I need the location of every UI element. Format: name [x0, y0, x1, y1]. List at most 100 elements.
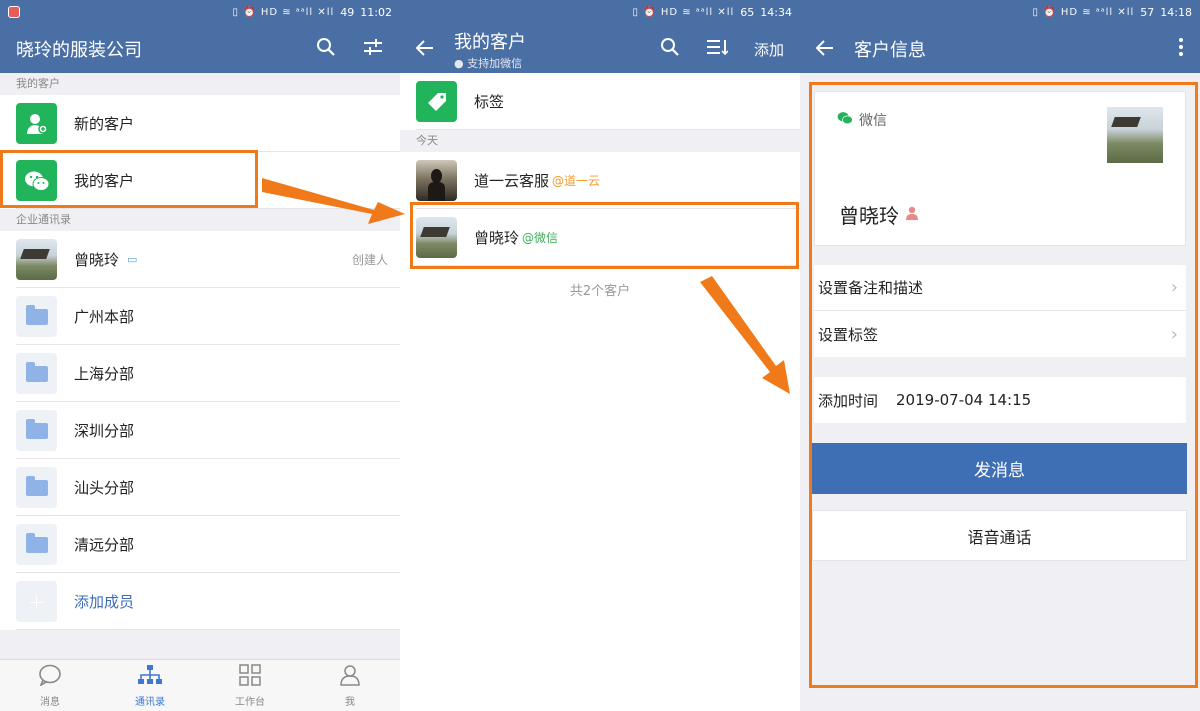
org-chart-icon	[137, 664, 163, 689]
tab-label: 我	[345, 696, 355, 708]
tab-workspace[interactable]: 工作台	[200, 660, 300, 711]
section-label-my-customers: 我的客户	[0, 73, 400, 95]
search-icon[interactable]	[660, 37, 680, 62]
add-time-row: 添加时间 2019-07-04 14:15	[814, 377, 1186, 423]
department-label: 上海分部	[74, 365, 135, 383]
tab-label: 消息	[40, 696, 60, 708]
back-arrow-icon[interactable]	[415, 37, 436, 62]
member-name: 曾晓玲	[74, 251, 120, 269]
back-arrow-icon[interactable]	[815, 37, 836, 62]
female-person-icon	[905, 206, 919, 224]
status-icons: ▯ ⏰ HD ≋ ᵃᵃll ✕ll	[232, 7, 335, 18]
search-icon[interactable]	[316, 37, 336, 62]
battery-level: 57	[1140, 6, 1155, 19]
department-item[interactable]: 广州本部	[0, 288, 400, 345]
tab-messages[interactable]: 消息	[0, 660, 100, 711]
clock: 14:18	[1160, 6, 1192, 19]
department-label: 汕头分部	[74, 479, 135, 497]
avatar	[416, 217, 457, 258]
wechat-icon	[16, 160, 57, 201]
customer-name: 曾晓玲	[839, 204, 899, 228]
status-icons: ▯ ⏰ HD ≋ ᵃᵃll ✕ll	[632, 7, 735, 18]
app-header: 晓玲的服装公司	[0, 25, 400, 73]
app-notification-icon	[8, 6, 20, 18]
person-icon	[339, 664, 361, 689]
folder-icon	[16, 524, 57, 565]
page-title: 我的客户	[454, 31, 526, 53]
set-tags-label: 设置标签	[818, 325, 879, 344]
tab-label: 工作台	[235, 696, 265, 708]
chat-bubble-icon	[38, 664, 62, 689]
app-header: 我的客户 ● 支持加微信 添加	[400, 25, 800, 73]
avatar	[416, 160, 457, 201]
status-bar: ▯ ⏰ HD ≋ ᵃᵃll ✕ll 49 11:02	[0, 0, 400, 25]
folder-icon	[16, 353, 57, 394]
customer-row[interactable]: 曾晓玲 @微信	[400, 209, 800, 266]
sort-list-icon[interactable]	[706, 37, 729, 61]
department-item[interactable]: 汕头分部	[0, 459, 400, 516]
status-bar: ▯ ⏰ HD ≋ ᵃᵃll ✕ll 65 14:34	[400, 0, 800, 25]
chevron-right-icon: ›	[1170, 277, 1178, 298]
plus-icon: +	[16, 581, 57, 622]
folder-icon	[16, 410, 57, 451]
department-label: 清远分部	[74, 536, 135, 554]
set-tags-item[interactable]: 设置标签 ›	[814, 311, 1186, 357]
add-member-label: 添加成员	[74, 593, 135, 611]
customer-source: @道一云	[552, 174, 601, 188]
department-item[interactable]: 上海分部	[0, 345, 400, 402]
customer-name: 道一云客服	[474, 172, 550, 190]
department-label: 广州本部	[74, 308, 135, 326]
page-title: 客户信息	[854, 40, 926, 61]
status-bar: ▯ ⏰ HD ≋ ᵃᵃll ✕ll 57 14:18	[800, 0, 1200, 25]
filter-settings-icon[interactable]	[362, 37, 384, 62]
avatar[interactable]	[1107, 107, 1163, 163]
customer-row[interactable]: 道一云客服 @道一云	[400, 152, 800, 209]
customer-info-screen: ▯ ⏰ HD ≋ ᵃᵃll ✕ll 57 14:18 客户信息 微信 曾晓玲 设…	[800, 0, 1200, 711]
voice-call-button[interactable]: 语音通话	[812, 510, 1187, 561]
tab-contacts[interactable]: 通讯录	[100, 660, 200, 711]
source-label: 微信	[859, 113, 887, 129]
department-label: 深圳分部	[74, 422, 135, 440]
status-icons: ▯ ⏰ HD ≋ ᵃᵃll ✕ll	[1032, 7, 1135, 18]
my-customers-label: 我的客户	[74, 172, 135, 190]
add-time-label: 添加时间	[818, 391, 879, 410]
set-remark-item[interactable]: 设置备注和描述 ›	[814, 265, 1186, 311]
clock: 14:34	[760, 6, 792, 19]
new-customers-label: 新的客户	[74, 115, 135, 133]
member-row[interactable]: 曾晓玲 ▭ 创建人	[0, 231, 400, 288]
section-label-directory: 企业通讯录	[0, 209, 400, 231]
section-label-today: 今天	[400, 130, 800, 152]
page-subtitle: ● 支持加微信	[454, 56, 523, 70]
tags-item[interactable]: 标签	[400, 73, 800, 130]
department-item[interactable]: 深圳分部	[0, 402, 400, 459]
add-button[interactable]: 添加	[754, 39, 784, 60]
add-member-item[interactable]: + 添加成员	[0, 573, 400, 630]
folder-icon	[16, 467, 57, 508]
app-header: 客户信息	[800, 25, 1200, 73]
add-time-value: 2019-07-04 14:15	[896, 391, 1032, 409]
tab-label: 通讯录	[135, 696, 165, 708]
my-customers-item[interactable]: 我的客户	[0, 152, 400, 209]
send-message-button[interactable]: 发消息	[812, 443, 1187, 494]
creator-badge: 创建人	[351, 253, 388, 267]
page-title: 晓玲的服装公司	[16, 40, 142, 61]
new-customers-item[interactable]: 新的客户	[0, 95, 400, 152]
folder-icon	[16, 296, 57, 337]
department-item[interactable]: 清远分部	[0, 516, 400, 573]
chevron-right-icon: ›	[1170, 323, 1178, 345]
wechat-small-icon: ●	[454, 56, 464, 70]
source-tag: 微信	[837, 110, 887, 130]
more-options-icon[interactable]	[1178, 37, 1184, 62]
tags-label: 标签	[474, 93, 505, 111]
customer-card: 微信 曾晓玲	[814, 91, 1186, 246]
avatar	[16, 239, 57, 280]
battery-level: 49	[340, 6, 355, 19]
clock: 11:02	[360, 6, 392, 19]
customer-name: 曾晓玲	[474, 229, 520, 247]
customer-name-row: 曾晓玲	[839, 200, 919, 229]
tab-me[interactable]: 我	[300, 660, 400, 711]
wechat-icon	[837, 111, 853, 129]
grid-icon	[239, 663, 261, 689]
customer-count: 共2个客户	[569, 284, 631, 299]
set-remark-label: 设置备注和描述	[818, 279, 924, 297]
